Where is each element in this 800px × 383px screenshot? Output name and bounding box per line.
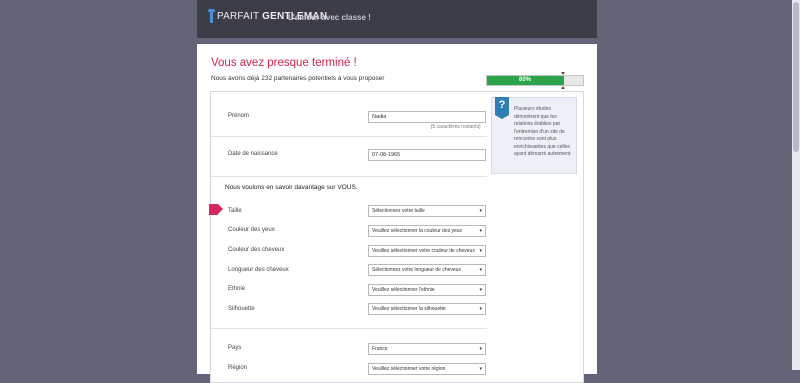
- site-header: PARFAIT GENTLEMAN L'amour avec classe !: [197, 0, 597, 38]
- progress-label: 80%: [518, 77, 531, 83]
- logo-text-light: PARFAIT: [217, 11, 260, 22]
- birth-date-input[interactable]: 07-08-1965: [368, 149, 486, 161]
- about-you-heading: Nous voulons en savoir davantage sur VOU…: [225, 184, 358, 191]
- page-title: Vous avez presque terminé !: [211, 57, 357, 69]
- first-name-hint: [5 caractères restants]: [431, 124, 481, 130]
- silhouette-select-value: Veuillez sélectionner la silhouette: [372, 306, 446, 312]
- page-scrollbar[interactable]: [792, 0, 800, 370]
- chevron-down-icon: ▾: [479, 267, 482, 273]
- hair-length-select-value: Sélectionnez votre longueur de cheveux: [372, 267, 461, 273]
- profile-form: Prénom Nadia [5 caractères restants] Dat…: [209, 91, 584, 383]
- height-select-value: Sélectionnez votre taille: [372, 208, 425, 214]
- partners-count-text: Nous avons déjà 232 partenaires potentie…: [211, 75, 385, 82]
- hair-length-label: Longueur des cheveux: [228, 267, 289, 273]
- first-name-label: Prénom: [228, 113, 250, 119]
- region-select[interactable]: Veuillez sélectionner votre région ▾: [368, 363, 486, 375]
- progress-bar: 80%: [486, 72, 584, 89]
- silhouette-select[interactable]: Veuillez sélectionner la silhouette ▾: [368, 303, 486, 315]
- birth-date-label: Date de naissance: [228, 151, 278, 157]
- country-label: Pays: [228, 345, 242, 351]
- progress-marker-icon: [561, 72, 565, 89]
- tagline: L'amour avec classe !: [288, 13, 371, 22]
- birth-date-section: Date de naissance 07-08-1965: [211, 136, 487, 177]
- info-text: Plusieurs études démontrent que les rela…: [514, 106, 572, 157]
- ethnicity-label: Ethnie: [228, 286, 246, 292]
- chevron-down-icon: ▾: [479, 228, 482, 234]
- registration-page: Vous avez presque terminé ! Nous avons d…: [197, 44, 597, 383]
- silhouette-label: Silhouette: [228, 306, 255, 312]
- region-select-value: Veuillez sélectionner votre région: [372, 366, 446, 372]
- hair-color-select[interactable]: Veuillez sélectionner votre couleur de c…: [368, 245, 486, 257]
- chevron-down-icon: ▾: [479, 366, 482, 372]
- region-label: Région: [228, 365, 248, 371]
- hair-color-select-value: Veuillez sélectionner votre couleur de c…: [372, 248, 475, 254]
- eye-color-select-value: Veuillez sélectionner la couleur des yeu…: [372, 228, 463, 234]
- country-select-value: France: [372, 346, 388, 352]
- logo-icon: [208, 9, 215, 23]
- eye-color-label: Couleur des yeux: [228, 227, 275, 233]
- chevron-down-icon: ▾: [479, 287, 482, 293]
- chevron-down-icon: ▾: [479, 306, 482, 312]
- scrollbar-thumb[interactable]: [793, 2, 799, 152]
- chevron-down-icon: ▾: [479, 248, 482, 254]
- height-label: Taille: [228, 208, 242, 214]
- hair-length-select[interactable]: Sélectionnez votre longueur de cheveux ▾: [368, 264, 486, 276]
- hair-color-label: Couleur des cheveux: [228, 247, 285, 253]
- country-select[interactable]: France ▾: [368, 343, 486, 355]
- current-field-marker-icon: [209, 204, 223, 215]
- ethnicity-select[interactable]: Veuillez sélectionner l'ethnie ▾: [368, 284, 486, 296]
- ethnicity-select-value: Veuillez sélectionner l'ethnie: [372, 287, 435, 293]
- info-box: ? Plusieurs études démontrent que les re…: [491, 97, 577, 174]
- eye-color-select[interactable]: Veuillez sélectionner la couleur des yeu…: [368, 225, 486, 237]
- chevron-down-icon: ▾: [479, 208, 482, 214]
- first-name-section: Prénom Nadia [5 caractères restants]: [211, 92, 487, 137]
- question-icon: ?: [495, 97, 509, 119]
- first-name-input[interactable]: Nadia: [368, 111, 486, 123]
- chevron-down-icon: ▾: [479, 346, 482, 352]
- height-select[interactable]: Sélectionnez votre taille ▾: [368, 205, 486, 217]
